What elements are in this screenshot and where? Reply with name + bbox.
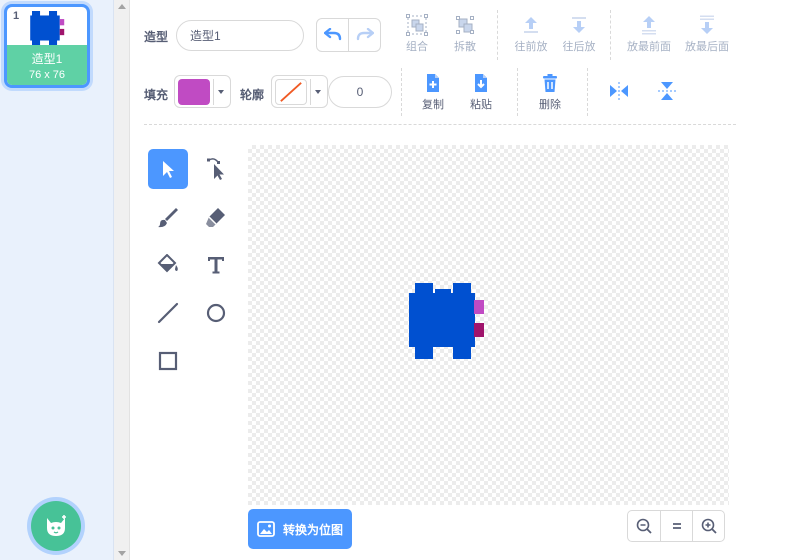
scroll-down-arrow[interactable] (118, 551, 126, 556)
zoom-reset-button[interactable] (660, 511, 692, 541)
costume-sprite[interactable] (409, 283, 493, 359)
flip-vertical-icon (658, 82, 676, 100)
rectangle-icon (158, 351, 178, 371)
outline-color-picker[interactable] (271, 75, 328, 108)
toolbar-divider (497, 10, 498, 60)
costume-list-scrollbar[interactable] (114, 0, 130, 560)
outline-width-input[interactable] (328, 76, 392, 108)
fill-label: 填充 (144, 88, 169, 102)
paint-bucket-icon (157, 254, 178, 273)
redo-icon (356, 28, 374, 41)
backward-button[interactable]: 往后放 (554, 14, 604, 54)
reshape-icon (207, 158, 224, 180)
back-button[interactable]: 放最后面 (682, 14, 732, 54)
undo-icon (323, 28, 341, 41)
paste-icon (475, 74, 487, 92)
toolbar-divider (401, 68, 402, 116)
costume-index: 1 (13, 10, 20, 22)
copy-label: 复制 (422, 99, 444, 111)
send-to-back-icon (700, 15, 714, 34)
no-color-icon (275, 78, 307, 105)
toolbar-divider (517, 68, 518, 116)
costume-list: 1 造型1 76 x 76 (0, 0, 114, 560)
copy-icon (427, 74, 439, 92)
zoom-out-icon (636, 518, 652, 534)
backward-label: 往后放 (562, 41, 596, 53)
brush-icon (158, 208, 178, 228)
costume-tile[interactable]: 1 造型1 76 x 76 (4, 4, 90, 88)
ungroup-label: 拆散 (454, 41, 476, 53)
forward-button[interactable]: 往前放 (506, 14, 556, 54)
circle-icon (206, 303, 226, 323)
flip-vertical-button[interactable] (642, 80, 692, 102)
scroll-up-arrow[interactable] (118, 4, 126, 9)
flip-horizontal-icon (610, 82, 628, 100)
zoom-out-button[interactable] (628, 511, 660, 541)
brush-tool[interactable] (148, 197, 188, 237)
costume-name-label: 造型 (144, 30, 169, 44)
text-icon (208, 257, 224, 274)
arrow-cursor-icon (163, 161, 174, 178)
eraser-icon (206, 208, 225, 227)
flip-horizontal-button[interactable] (594, 80, 644, 102)
fill-color-swatch (178, 78, 210, 105)
toolbar-divider (587, 68, 588, 116)
rectangle-tool[interactable] (148, 341, 188, 381)
group-label: 组合 (406, 41, 428, 53)
trash-icon (543, 74, 557, 92)
outline-dropdown-arrow (310, 78, 324, 105)
forward-label: 往前放 (514, 41, 548, 53)
delete-label: 删除 (539, 99, 561, 111)
line-tool[interactable] (148, 293, 188, 333)
paste-button[interactable]: 粘贴 (456, 72, 506, 112)
paste-label: 粘贴 (470, 99, 492, 111)
costume-thumbnail (30, 11, 65, 45)
cat-icon (47, 515, 66, 536)
zoom-in-icon (701, 518, 717, 534)
undo-redo-group (316, 18, 381, 52)
text-tool[interactable] (196, 245, 236, 285)
back-label: 放最后面 (685, 41, 729, 53)
toolbar-divider (610, 10, 611, 60)
send-backward-icon (572, 17, 586, 33)
costume-info: 造型1 76 x 76 (7, 45, 87, 85)
group-button[interactable]: 组合 (392, 14, 442, 54)
costume-name: 造型1 (31, 52, 63, 66)
toolbar-separator (144, 124, 736, 125)
zoom-in-button[interactable] (692, 511, 724, 541)
fill-dropdown-arrow (213, 78, 227, 105)
ungroup-button[interactable]: 拆散 (440, 14, 490, 54)
add-costume-button[interactable] (31, 501, 81, 551)
costume-name-input[interactable] (176, 20, 304, 51)
reshape-tool[interactable] (196, 149, 236, 189)
fill-color-picker[interactable] (174, 75, 231, 108)
equals-icon (672, 523, 681, 529)
convert-bitmap-label: 转换为位图 (282, 522, 343, 537)
image-icon (257, 521, 275, 537)
front-label: 放最前面 (627, 41, 671, 53)
line-icon (157, 302, 179, 324)
front-button[interactable]: 放最前面 (624, 14, 674, 54)
redo-button[interactable] (349, 19, 380, 51)
eraser-tool[interactable] (196, 197, 236, 237)
outline-label: 轮廓 (240, 88, 265, 102)
ungroup-icon (456, 16, 474, 34)
select-tool[interactable] (148, 149, 188, 189)
costume-size: 76 x 76 (28, 69, 66, 81)
bring-forward-icon (524, 17, 538, 33)
circle-tool[interactable] (196, 293, 236, 333)
bring-to-front-icon (642, 16, 656, 35)
fill-tool[interactable] (148, 245, 188, 285)
zoom-controls (627, 510, 725, 542)
group-icon (406, 14, 428, 36)
delete-button[interactable]: 删除 (525, 72, 575, 112)
convert-to-bitmap-button[interactable]: 转换为位图 (248, 509, 352, 549)
copy-button[interactable]: 复制 (408, 72, 458, 112)
undo-button[interactable] (317, 19, 349, 51)
